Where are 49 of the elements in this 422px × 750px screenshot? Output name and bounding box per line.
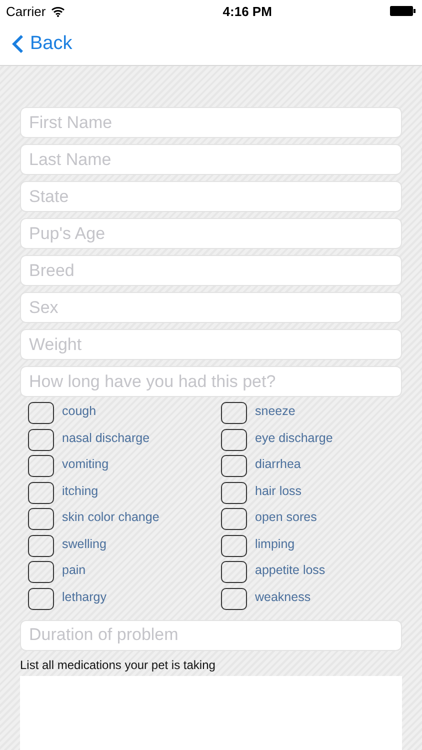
checkbox-label: cough	[62, 403, 96, 418]
checkbox[interactable]	[28, 588, 54, 610]
medications-field[interactable]	[20, 676, 402, 750]
checkbox[interactable]	[221, 402, 247, 424]
text-field[interactable]: State	[20, 181, 402, 212]
text-field[interactable]: Weight	[20, 329, 402, 360]
checkbox[interactable]	[221, 588, 247, 610]
wifi-icon	[50, 6, 65, 16]
checkbox[interactable]	[221, 534, 247, 556]
back-button[interactable]: Back	[12, 32, 72, 54]
checkbox[interactable]	[28, 455, 54, 477]
checkbox-label: open sores	[255, 509, 317, 524]
status-time: 4:16 PM	[222, 4, 272, 18]
checkbox-label: skin color change	[62, 509, 160, 524]
checkbox-label: vomiting	[62, 456, 109, 471]
checkbox[interactable]	[221, 508, 247, 530]
checkbox-label: sneeze	[255, 403, 296, 418]
checkbox-label: itching	[62, 482, 98, 498]
checkbox-label: diarrhea	[255, 456, 301, 471]
checkbox[interactable]	[221, 482, 247, 504]
carrier-name: Carrier	[6, 4, 46, 18]
checkbox-label: hair loss	[255, 482, 302, 498]
text-field[interactable]: How long have you had this pet?	[20, 366, 402, 397]
battery-icon	[390, 6, 416, 16]
checkbox-label: limping	[255, 536, 295, 550]
checkbox[interactable]	[28, 482, 54, 504]
checkbox[interactable]	[221, 561, 247, 583]
checkbox-label: eye discharge	[255, 430, 333, 444]
text-field[interactable]: Last Name	[20, 144, 402, 175]
text-field[interactable]: Breed	[20, 255, 402, 286]
checkbox[interactable]	[28, 508, 54, 530]
text-field[interactable]: First Name	[20, 107, 402, 138]
checkbox[interactable]	[28, 561, 54, 583]
checkbox[interactable]	[221, 455, 247, 477]
text-field[interactable]: Pup's Age	[20, 218, 402, 249]
duration-field[interactable]: Duration of problem	[20, 620, 402, 650]
checkbox[interactable]	[28, 428, 54, 450]
checkbox-label: nasal discharge	[62, 430, 150, 444]
checkbox-label: pain	[62, 562, 86, 577]
chevron-icon	[12, 34, 24, 54]
checkbox-label: swelling	[62, 536, 106, 550]
checkbox[interactable]	[28, 402, 54, 424]
checkbox-label: weakness	[255, 588, 311, 604]
checkbox[interactable]	[28, 534, 54, 556]
checkbox-label: appetite loss	[255, 562, 326, 577]
checkbox-label: lethargy	[62, 588, 106, 604]
text-field[interactable]: Sex	[20, 292, 402, 323]
checkbox[interactable]	[221, 428, 247, 450]
medications-label: List all medications your pet is taking	[20, 658, 216, 672]
